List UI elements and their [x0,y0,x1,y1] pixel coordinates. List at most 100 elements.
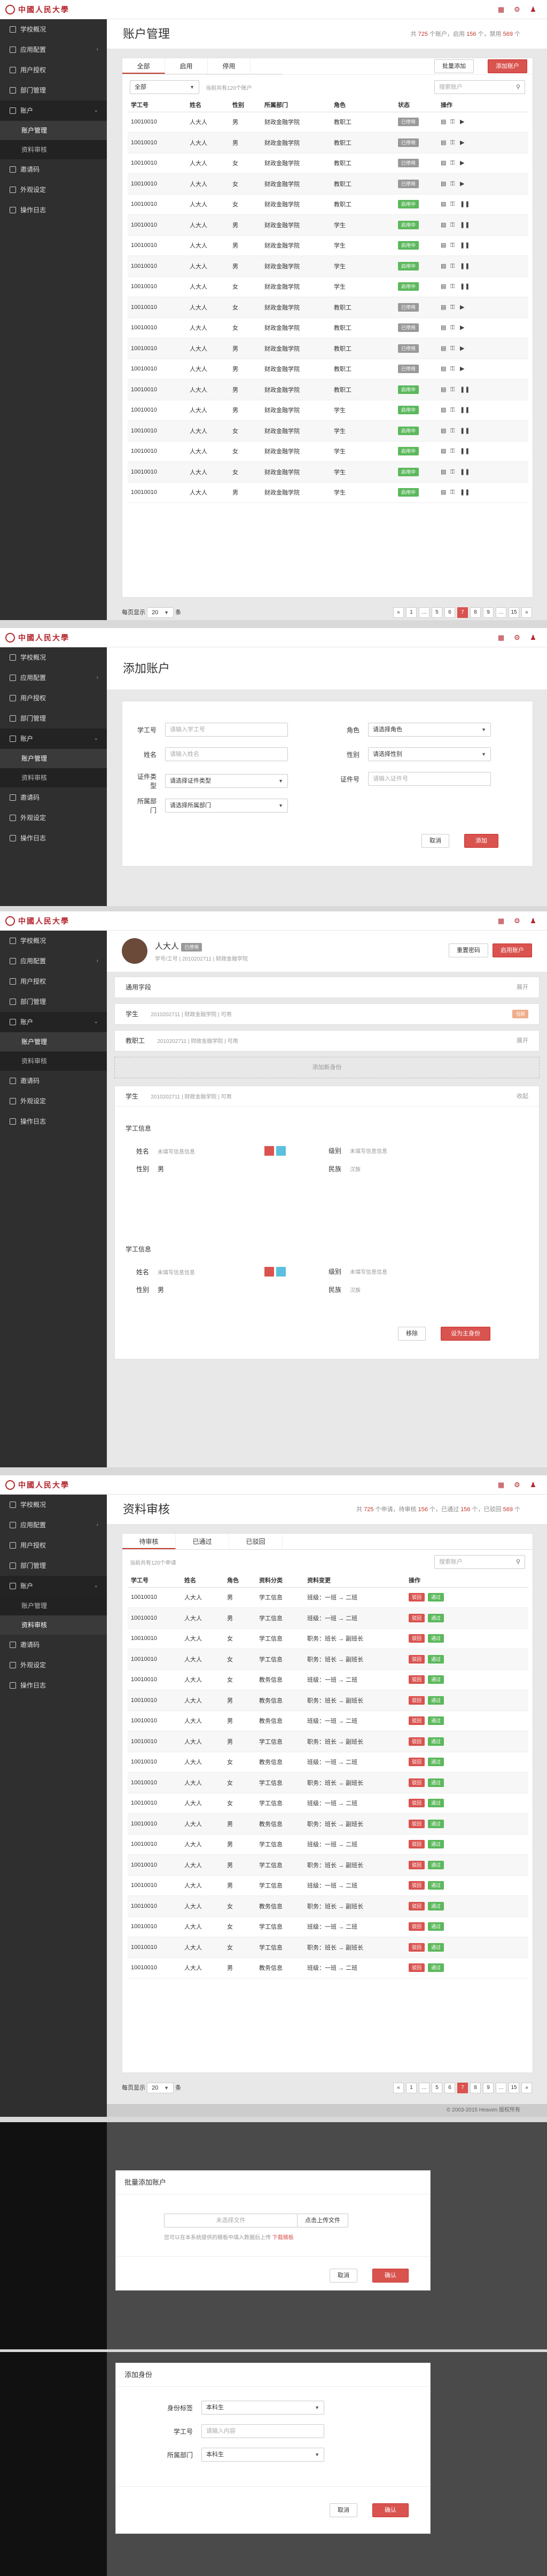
name-input[interactable]: 请输入姓名 [165,747,288,761]
gender-select[interactable]: 请选择性别 ▼ [368,747,491,761]
upload-button[interactable]: 点击上传文件 [297,2214,348,2227]
page-button[interactable]: 9 [483,607,494,618]
reject-button[interactable]: 驳回 [409,1593,425,1602]
reject-button[interactable]: 驳回 [409,1819,425,1828]
section-staff[interactable]: 教职工 2010202711 | 财政金融学院 | 可用 展开 [114,1030,540,1051]
table-row[interactable]: 10010010 人大人女学工信息 职务：班长 → 副班长 驳回 通过 [128,1772,528,1793]
pass-button[interactable]: 通过 [428,1881,444,1890]
reject-button[interactable]: 驳回 [409,1922,425,1931]
doc-icon[interactable]: ▤ [441,160,447,166]
page-button[interactable]: 1 [406,2083,417,2093]
key-icon[interactable]: ⚿ [450,181,457,187]
pause-icon[interactable]: ❚❚ [460,283,470,290]
grid-icon[interactable]: ▦ [497,5,505,14]
pass-button[interactable]: 通过 [428,1634,444,1643]
table-row[interactable]: 10010010 人大人男财政金融学院 学生 启用中 ▤ ⚿ ❚❚ [128,235,528,256]
col-id[interactable]: 学工号 [128,98,186,112]
expand-link[interactable]: 展开 [517,977,528,997]
reject-button[interactable]: 驳回 [409,1716,425,1726]
sidebar-sub-review[interactable]: 资料审核 [0,768,107,787]
page-button[interactable]: … [496,2083,506,2093]
doc-icon[interactable]: ▤ [441,324,447,331]
sidebar-item-overview[interactable]: 学校概况 [0,19,107,40]
table-row[interactable]: 10010010 人大人女财政金融学院 教职工 已停用 ▤ ⚿ ▶ [128,297,528,318]
play-icon[interactable]: ▶ [460,304,466,311]
section-common[interactable]: 通用字段 展开 [114,977,540,998]
table-row[interactable]: 10010010 人大人女学工信息 班级：一班 → 二班 驳回 通过 [128,1793,528,1814]
doc-icon[interactable]: ▤ [441,119,447,125]
sidebar-item-account[interactable]: 账户 ⌄ [0,729,107,749]
key-icon[interactable]: ⚿ [450,366,457,372]
reject-button[interactable]: 驳回 [409,1758,425,1767]
doc-icon[interactable]: ▤ [441,366,447,372]
tab-all[interactable]: 全部 [122,58,165,74]
table-row[interactable]: 10010010 人大人女财政金融学院 教职工 已停用 ▤ ⚿ ▶ [128,318,528,338]
sidebar-item-dept[interactable]: 部门管理 [0,80,107,100]
sidebar-item-overview[interactable]: 学校概况 [0,931,107,951]
pass-button[interactable]: 通过 [428,1675,444,1684]
id-input[interactable]: 请输入学工号 [165,723,288,737]
reject-button[interactable]: 驳回 [409,1963,425,1972]
delete-icon[interactable] [264,1267,274,1277]
page-button[interactable]: 9 [483,2083,494,2093]
per-page-select[interactable]: 20 ▼ [147,2083,174,2093]
sidebar-item-log[interactable]: 操作日志 [0,1111,107,1132]
key-icon[interactable]: ⚿ [450,324,457,331]
table-row[interactable]: 10010010 人大人男教务信息 班级：一班 → 二班 驳回 通过 [128,1958,528,1978]
table-row[interactable]: 10010010 人大人男教务信息 职务：班长 → 副班长 驳回 通过 [128,1813,528,1835]
brand-logo[interactable]: 中國人民大學 [5,4,69,15]
key-icon[interactable]: ⚿ [450,386,457,393]
sidebar-sub-account-manage[interactable]: 账户管理 [0,121,107,140]
table-row[interactable]: 10010010 人大人男学工信息 职务：班长 → 副班长 驳回 通过 [128,1731,528,1752]
edit-icon[interactable] [276,1267,286,1277]
table-row[interactable]: 10010010 人大人女财政金融学院 学生 启用中 ▤ ⚿ ❚❚ [128,461,528,483]
doc-icon[interactable]: ▤ [441,201,447,207]
table-row[interactable]: 10010010 人大人男财政金融学院 教职工 已停用 ▤ ⚿ ▶ [128,359,528,380]
sidebar-item-appearance[interactable]: 外观设定 [0,808,107,828]
grid-icon[interactable]: ▦ [497,1481,505,1489]
pass-button[interactable]: 通过 [428,1943,444,1952]
brand-logo[interactable]: 中國人民大學 [5,1480,69,1490]
pause-icon[interactable]: ❚❚ [460,242,470,249]
play-icon[interactable]: ▶ [460,160,466,166]
play-icon[interactable]: ▶ [460,324,466,331]
page-button[interactable]: » [521,607,532,618]
tab-rejected[interactable]: 已驳回 [229,1534,283,1549]
key-icon[interactable]: ⚿ [450,201,457,207]
edit-icon[interactable] [276,1146,286,1156]
page-button[interactable]: 15 [509,2083,519,2093]
settings-icon[interactable]: ⚙ [513,917,521,925]
per-page-select[interactable]: 20 ▼ [147,607,174,618]
page-button[interactable]: … [496,607,506,618]
tab-enabled[interactable]: 启用 [165,58,208,74]
search-input[interactable]: 搜索账户 ⚲ [434,80,525,94]
pass-button[interactable]: 通过 [428,1922,444,1931]
sidebar-item-invite[interactable]: 邀请码 [0,1635,107,1655]
id-input[interactable]: 请输入内容 [201,2424,324,2438]
tab-disabled[interactable]: 停用 [208,58,251,74]
doc-icon[interactable]: ▤ [441,428,447,434]
reset-password-button[interactable]: 重置密码 [449,943,488,957]
reject-button[interactable]: 驳回 [409,1613,425,1622]
pass-button[interactable]: 通过 [428,1758,444,1767]
key-icon[interactable]: ⚿ [450,469,457,475]
search-icon[interactable]: ⚲ [516,1556,520,1568]
enable-account-button[interactable]: 启用账户 [493,943,532,957]
table-row[interactable]: 10010010 人大人男教务信息 班级：一班 → 二班 驳回 通过 [128,1711,528,1731]
sidebar-item-overview[interactable]: 学校概况 [0,647,107,668]
sidebar-item-appearance[interactable]: 外观设定 [0,1091,107,1111]
grid-icon[interactable]: ▦ [497,633,505,642]
page-button[interactable]: 5 [432,2083,442,2093]
sidebar-item-log[interactable]: 操作日志 [0,828,107,848]
user-icon[interactable]: ♟ [529,917,537,925]
pass-button[interactable]: 通过 [428,1696,444,1705]
table-row[interactable]: 10010010 人大人男学工信息 班级：一班 → 二班 驳回 通过 [128,1875,528,1896]
pass-button[interactable]: 通过 [428,1778,444,1787]
pass-button[interactable]: 通过 [428,1901,444,1910]
table-row[interactable]: 10010010 人大人女财政金融学院 教职工 启用中 ▤ ⚿ ❚❚ [128,194,528,215]
play-icon[interactable]: ▶ [460,366,466,372]
doc-icon[interactable]: ▤ [441,489,447,496]
sidebar-item-account[interactable]: 账户 ⌄ [0,1012,107,1032]
key-icon[interactable]: ⚿ [450,304,457,311]
reject-button[interactable]: 驳回 [409,1881,425,1890]
